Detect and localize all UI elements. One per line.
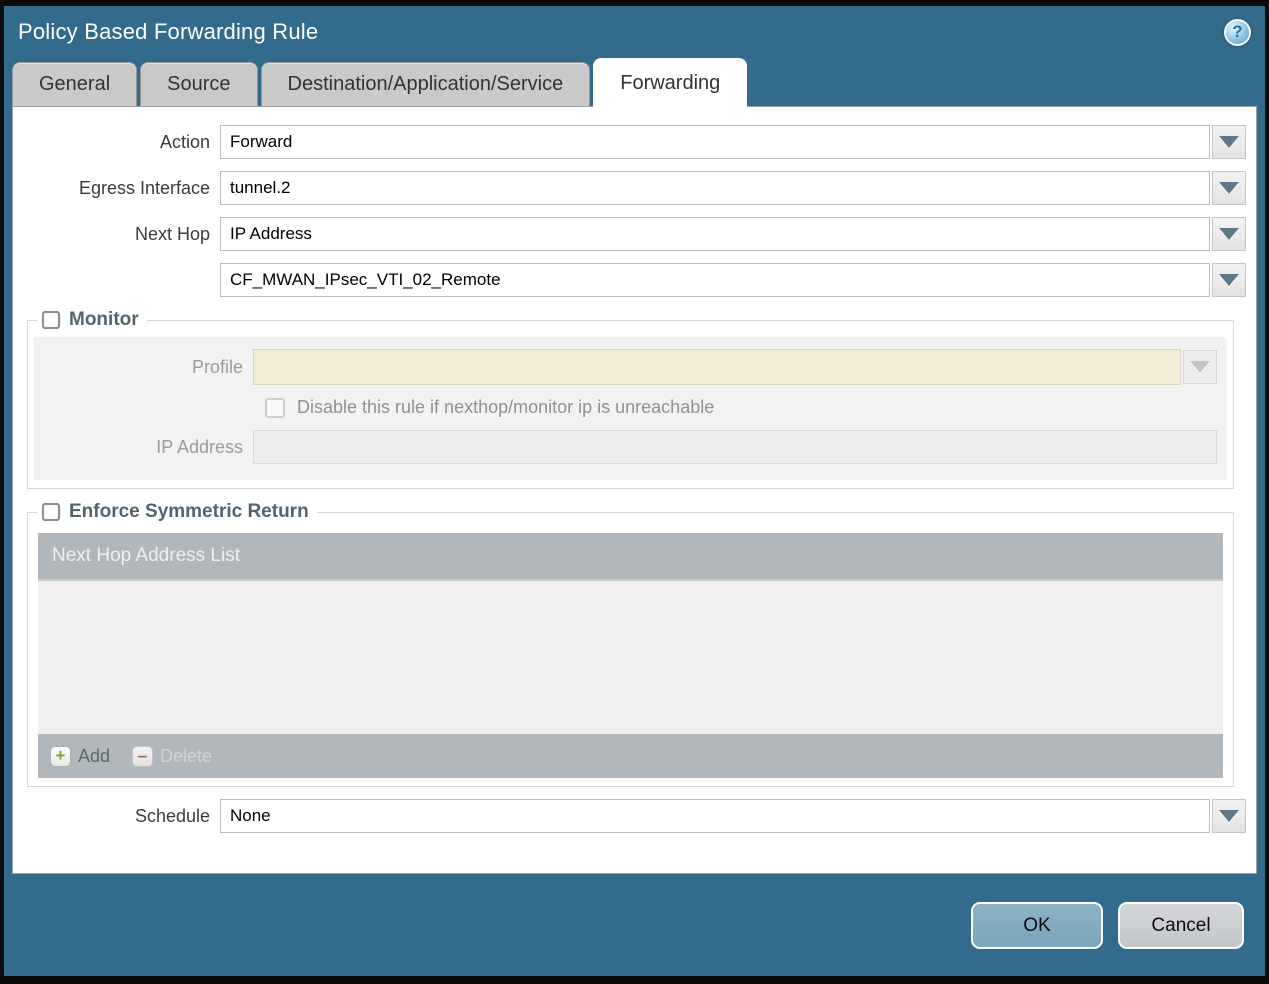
chevron-down-icon bbox=[1219, 228, 1239, 240]
disable-rule-row: Disable this rule if nexthop/monitor ip … bbox=[34, 397, 1227, 418]
tab-bar: General Source Destination/Application/S… bbox=[4, 58, 1265, 108]
monitor-panel: Profile Disable this rule if nexthop/mon… bbox=[34, 337, 1227, 480]
next-hop-address-table-footer: + Add – Delete bbox=[38, 734, 1223, 778]
monitor-ip-address-input bbox=[253, 430, 1217, 464]
profile-row: Profile bbox=[34, 349, 1227, 385]
next-hop-type-dropdown-button[interactable] bbox=[1212, 217, 1246, 251]
next-hop-address-list-column-header: Next Hop Address List bbox=[52, 545, 240, 566]
next-hop-label: Next Hop bbox=[134, 223, 210, 244]
dialog-title: Policy Based Forwarding Rule bbox=[18, 19, 319, 44]
chevron-down-icon bbox=[1219, 182, 1239, 194]
tab-general[interactable]: General bbox=[12, 62, 138, 106]
delete-button-label: Delete bbox=[160, 745, 213, 766]
action-dropdown-button[interactable] bbox=[1212, 125, 1246, 159]
disable-rule-label: Disable this rule if nexthop/monitor ip … bbox=[297, 397, 715, 417]
tab-destination-label: Destination/Application/Service bbox=[287, 73, 564, 95]
next-hop-address-row: CF_MWAN_IPsec_VTI_02_Remote bbox=[13, 263, 1246, 297]
next-hop-address-table-header: Next Hop Address List bbox=[38, 533, 1223, 581]
add-button[interactable]: + Add bbox=[50, 745, 111, 767]
help-glyph: ? bbox=[1232, 22, 1243, 41]
action-input[interactable]: Forward bbox=[220, 125, 1210, 159]
dialog-titlebar: Policy Based Forwarding Rule ? bbox=[4, 6, 1265, 58]
profile-input bbox=[253, 349, 1181, 385]
next-hop-type-input[interactable]: IP Address bbox=[220, 217, 1210, 251]
delete-button: – Delete bbox=[132, 745, 213, 767]
action-row: Action Forward bbox=[13, 125, 1246, 159]
symmetric-return-title: Enforce Symmetric Return bbox=[69, 501, 309, 522]
egress-interface-label: Egress Interface bbox=[78, 177, 210, 198]
tab-forwarding[interactable]: Forwarding bbox=[593, 58, 748, 108]
next-hop-address-table: Next Hop Address List + Add – Delete bbox=[38, 533, 1223, 778]
schedule-dropdown-button[interactable] bbox=[1212, 799, 1246, 833]
minus-icon: – bbox=[132, 745, 154, 767]
tab-source[interactable]: Source bbox=[140, 62, 258, 106]
tab-content-forwarding: Action Forward Egress Interface tunnel.2… bbox=[12, 106, 1257, 874]
egress-interface-dropdown-button[interactable] bbox=[1212, 171, 1246, 205]
tab-source-label: Source bbox=[167, 73, 231, 95]
next-hop-address-table-body[interactable] bbox=[38, 581, 1223, 734]
chevron-down-icon bbox=[1190, 361, 1210, 373]
policy-forwarding-dialog: Policy Based Forwarding Rule ? General S… bbox=[0, 0, 1269, 984]
monitor-ip-address-row: IP Address bbox=[34, 430, 1227, 464]
egress-interface-input[interactable]: tunnel.2 bbox=[220, 171, 1210, 205]
schedule-input[interactable]: None bbox=[220, 799, 1210, 833]
disable-rule-checkbox bbox=[265, 397, 285, 418]
profile-label: Profile bbox=[191, 356, 243, 377]
dialog-footer: OK Cancel bbox=[4, 902, 1265, 949]
symmetric-return-checkbox[interactable] bbox=[42, 503, 60, 521]
chevron-down-icon bbox=[1219, 136, 1239, 148]
tab-general-label: General bbox=[39, 73, 111, 95]
chevron-down-icon bbox=[1219, 810, 1239, 822]
monitor-section: Monitor Profile Disable this rule if nex… bbox=[27, 309, 1234, 489]
schedule-row: Schedule None bbox=[13, 799, 1246, 833]
profile-dropdown-button bbox=[1183, 350, 1217, 384]
symmetric-return-legend: Enforce Symmetric Return bbox=[38, 501, 317, 523]
cancel-button-label: Cancel bbox=[1151, 914, 1211, 936]
ok-button[interactable]: OK bbox=[971, 902, 1103, 949]
tab-forwarding-label: Forwarding bbox=[620, 72, 721, 94]
monitor-title: Monitor bbox=[69, 309, 139, 330]
add-button-label: Add bbox=[78, 745, 111, 766]
next-hop-address-input[interactable]: CF_MWAN_IPsec_VTI_02_Remote bbox=[220, 263, 1210, 297]
monitor-legend: Monitor bbox=[38, 309, 147, 331]
tab-destination-application-service[interactable]: Destination/Application/Service bbox=[260, 62, 591, 106]
plus-icon: + bbox=[50, 745, 71, 767]
egress-interface-row: Egress Interface tunnel.2 bbox=[13, 171, 1246, 205]
next-hop-address-dropdown-button[interactable] bbox=[1212, 263, 1246, 297]
cancel-button[interactable]: Cancel bbox=[1118, 902, 1244, 949]
monitor-ip-address-label: IP Address bbox=[156, 436, 243, 457]
next-hop-row: Next Hop IP Address bbox=[13, 217, 1246, 251]
monitor-checkbox[interactable] bbox=[42, 311, 60, 329]
ok-button-label: OK bbox=[1023, 914, 1051, 936]
symmetric-return-section: Enforce Symmetric Return Next Hop Addres… bbox=[27, 501, 1234, 787]
help-icon[interactable]: ? bbox=[1224, 18, 1251, 46]
chevron-down-icon bbox=[1219, 274, 1239, 286]
schedule-label: Schedule bbox=[134, 805, 210, 826]
action-label: Action bbox=[159, 131, 210, 152]
